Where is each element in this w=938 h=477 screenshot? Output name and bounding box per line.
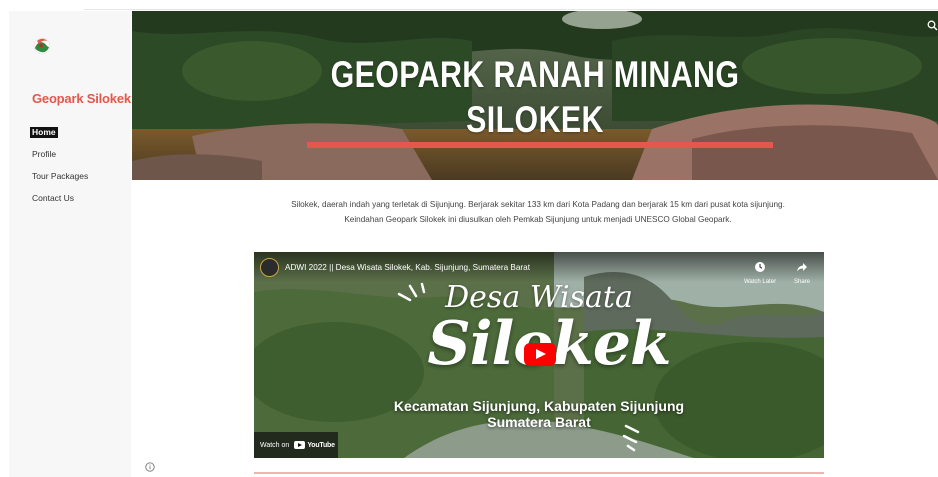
nav-item-profile[interactable]: Profile — [30, 147, 90, 169]
sidebar-nav: Home Profile Tour Packages Contact Us — [30, 125, 90, 213]
hero-title-line1: GEOPARK RANAH MINANG — [330, 54, 740, 95]
youtube-wordmark: YouTube — [307, 441, 335, 449]
sidebar: Geopark Silokek Home Profile Tour Packag… — [9, 11, 131, 477]
share-icon — [797, 263, 807, 272]
youtube-play-box-icon — [294, 441, 306, 449]
nav-item-label: Profile — [32, 149, 57, 159]
channel-avatar[interactable] — [260, 258, 279, 277]
video-overlay-subtitle: Kecamatan Sijunjung, Kabupaten Sijunjung… — [349, 398, 729, 430]
watch-on-label: Watch on — [260, 441, 290, 449]
video-title[interactable]: ADWI 2022 || Desa Wisata Silokek, Kab. S… — [285, 263, 530, 272]
youtube-logo-icon: YouTube — [294, 441, 335, 449]
youtube-video-embed[interactable]: ADWI 2022 || Desa Wisata Silokek, Kab. S… — [254, 252, 824, 458]
clock-icon — [755, 262, 765, 272]
video-overlay-sub2: Sumatera Barat — [487, 414, 591, 430]
video-overlay-sub1: Kecamatan Sijunjung, Kabupaten Sijunjung — [393, 398, 685, 414]
share-button[interactable]: Share — [788, 258, 816, 285]
nav-item-home[interactable]: Home — [30, 125, 90, 147]
page: Geopark Silokek Home Profile Tour Packag… — [0, 0, 938, 477]
intro-line-1: Silokek, daerah indah yang terletak di S… — [291, 200, 785, 209]
nav-item-contact-us[interactable]: Contact Us — [30, 191, 90, 213]
search-icon[interactable] — [927, 20, 938, 31]
geopark-logo-icon[interactable] — [32, 36, 52, 56]
nav-item-label: Tour Packages — [32, 171, 89, 181]
play-icon[interactable] — [524, 343, 556, 366]
nav-item-tour-packages[interactable]: Tour Packages — [30, 169, 90, 191]
watch-on-youtube-button[interactable]: Watch on YouTube — [254, 432, 338, 458]
sparkle-dashes-left — [397, 282, 426, 302]
intro-line-2: Keindahan Geopark Silokek ini diusulkan … — [344, 215, 732, 224]
nav-item-label: Contact Us — [32, 193, 75, 203]
watch-later-label: Watch Later — [743, 279, 777, 285]
hero-banner: GEOPARK RANAH MINANG SILOKEK — [132, 11, 938, 180]
info-icon[interactable] — [145, 462, 155, 472]
bottom-divider — [254, 472, 824, 474]
top-rule — [0, 0, 938, 11]
intro-text: Silokek, daerah indah yang terletak di S… — [262, 197, 814, 227]
hero-accent-bar — [307, 142, 773, 148]
nav-item-label: Home — [30, 127, 58, 138]
hero-title-line2: SILOKEK — [466, 99, 604, 140]
site-title[interactable]: Geopark Silokek — [32, 91, 131, 106]
share-label: Share — [793, 279, 810, 285]
watch-later-button[interactable]: Watch Later — [742, 258, 778, 285]
